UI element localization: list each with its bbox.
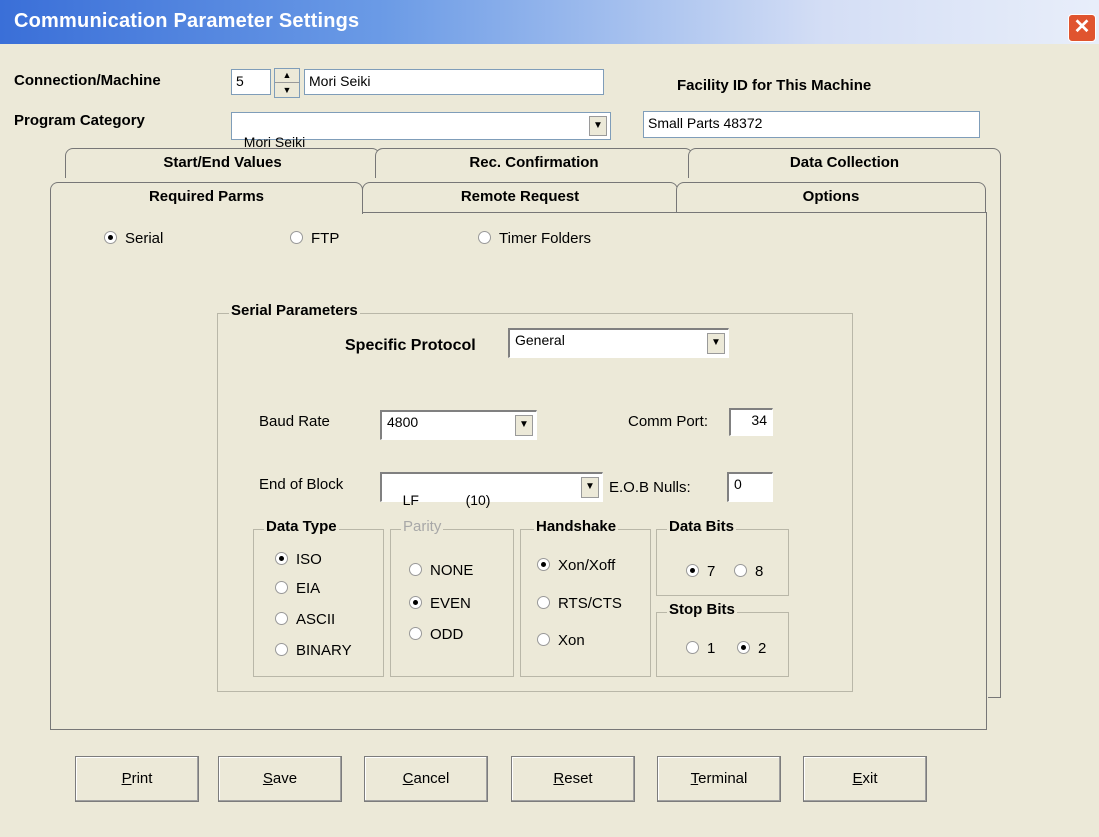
print-label: rint [131,770,153,787]
facility-id-input[interactable]: Small Parts 48372 [643,111,980,138]
connection-label: Connection/Machine [14,72,161,89]
close-icon[interactable]: ✕ [1068,14,1096,42]
connection-spinner[interactable]: ▲ ▼ [274,68,300,98]
facility-label: Facility ID for This Machine [677,77,872,94]
spinner-down-icon[interactable]: ▼ [275,83,299,97]
program-category-select[interactable]: Mori Seiki ▼ [231,112,611,150]
exit-label: xit [862,770,878,787]
print-mnemonic: P [121,770,132,787]
chevron-down-icon[interactable]: ▼ [589,116,607,136]
print-button[interactable]: Print [75,756,199,802]
cancel-label: ancel [413,770,450,787]
save-mnemonic: S [262,770,273,787]
reset-mnemonic: R [553,770,565,787]
save-label: ave [272,770,298,787]
save-button[interactable]: Save [218,756,342,802]
required-parms-panel [50,212,987,730]
tab-remote-request[interactable]: Remote Request [362,182,678,212]
exit-mnemonic: E [852,770,863,787]
back-panel-edge [988,176,1001,698]
tab-options[interactable]: Options [676,182,986,212]
exit-button[interactable]: Exit [803,756,927,802]
tab-start-end-values[interactable]: Start/End Values [65,148,380,178]
spinner-up-icon[interactable]: ▲ [275,69,299,83]
window-title: Communication Parameter Settings [14,10,360,32]
cancel-button[interactable]: Cancel [364,756,488,802]
cancel-mnemonic: C [402,770,414,787]
tab-rec-confirmation[interactable]: Rec. Confirmation [375,148,693,178]
program-category-label: Program Category [14,112,145,129]
terminal-label: erminal [698,770,748,787]
terminal-button[interactable]: Terminal [657,756,781,802]
tab-required-parms[interactable]: Required Parms [50,182,363,214]
reset-label: eset [564,770,593,787]
connection-input[interactable]: 5 [231,69,271,95]
tab-data-collection[interactable]: Data Collection [688,148,1001,178]
machine-name-field[interactable]: Mori Seiki [304,69,604,95]
reset-button[interactable]: Reset [511,756,635,802]
